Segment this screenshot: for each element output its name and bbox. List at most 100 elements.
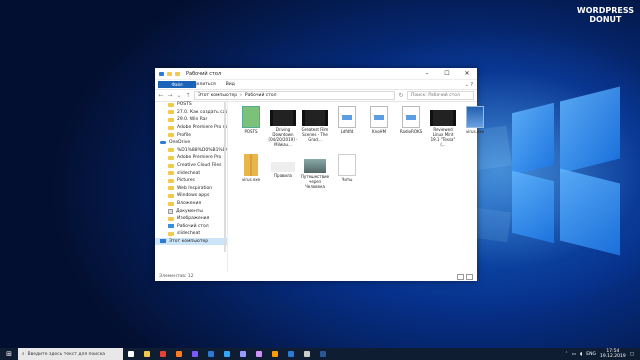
nav-item[interactable]: 27.0. Как создать сайт для... xyxy=(155,109,227,117)
file-thumbnail-icon xyxy=(270,110,296,126)
folder-icon xyxy=(168,231,174,236)
file-item[interactable]: Правила xyxy=(268,154,298,178)
word-taskbar-button[interactable] xyxy=(315,348,331,360)
nav-item[interactable]: %D1%88%D0%B1%D0%BB... xyxy=(155,147,227,155)
navigation-pane: POSTS27.0. Как создать сайт для... 29.0. … xyxy=(155,100,228,272)
up-arrow-icon[interactable]: ↑ xyxy=(185,92,191,99)
file-name: Driving Downtown [04/20/2019] - Milwau..… xyxy=(268,127,298,147)
nav-item[interactable]: Документы xyxy=(155,207,227,215)
tab-view[interactable]: Вид xyxy=(226,82,235,87)
file-item[interactable]: POSTS xyxy=(236,106,266,134)
store-icon xyxy=(208,351,214,357)
file-name: Путешествие через Человека xyxy=(300,174,330,189)
nav-item[interactable]: Вложения xyxy=(155,200,227,208)
nav-item-label: Рабочий стол xyxy=(177,223,209,229)
file-explorer-taskbar-button[interactable] xyxy=(139,348,155,360)
file-item[interactable]: RadioROKS xyxy=(396,106,426,134)
ribbon-tabs: Файл Главная Поделиться Вид ⌄ ? xyxy=(155,80,477,90)
file-item[interactable]: Путешествие через Человека xyxy=(300,154,330,189)
nav-scrollbar[interactable] xyxy=(224,102,226,252)
file-item[interactable]: virus.exe xyxy=(236,154,266,182)
back-arrow-icon[interactable]: ← xyxy=(158,92,164,99)
mail-taskbar-button[interactable] xyxy=(283,348,299,360)
firefox-taskbar-button[interactable] xyxy=(171,348,187,360)
file-item[interactable]: virus.exe xyxy=(460,106,490,134)
breadcrumb-desktop[interactable]: Рабочий стол xyxy=(245,93,277,98)
breadcrumb-separator-icon: › xyxy=(240,93,242,98)
file-item[interactable]: Reviewed Linux Mint 19.1 "Tessa" (... xyxy=(428,106,458,147)
obs-taskbar-button[interactable] xyxy=(299,348,315,360)
file-item[interactable]: Driving Downtown [04/20/2019] - Milwau..… xyxy=(268,106,298,147)
start-button[interactable]: ⊞ xyxy=(0,350,18,358)
file-thumbnail-icon xyxy=(242,106,260,128)
illustrator-icon xyxy=(272,351,278,357)
refresh-icon[interactable]: ↻ xyxy=(398,92,404,99)
nav-item[interactable]: Adobe Premiere Pro Auto-S... xyxy=(155,124,227,132)
nav-item-label: slidecheat xyxy=(177,231,201,237)
expand-ribbon-icon[interactable]: ⌄ ? xyxy=(465,82,473,88)
taskbar-search-box[interactable]: ⌕ Введите здесь текст для поиска xyxy=(18,348,123,360)
volume-icon[interactable]: ◖ xyxy=(580,352,582,357)
windows-start-icon: ⊞ xyxy=(6,350,12,358)
logo-line-1: WORDPRESS xyxy=(576,6,634,15)
illustrator-taskbar-button[interactable] xyxy=(267,348,283,360)
folder-icon xyxy=(168,133,174,138)
clock[interactable]: 17:54 19.12.2019 xyxy=(600,349,626,359)
close-button[interactable]: ✕ xyxy=(457,68,477,79)
nav-item[interactable]: Web Inspiration xyxy=(155,185,227,193)
logo-line-2: DONUT xyxy=(589,15,622,24)
properties-icon[interactable] xyxy=(167,71,172,76)
new-folder-icon[interactable] xyxy=(175,71,180,76)
windows-logo-pane xyxy=(512,102,554,176)
maximize-button[interactable]: ☐ xyxy=(437,68,457,79)
minimize-button[interactable]: – xyxy=(417,68,437,79)
nav-item-label: Pictures xyxy=(177,178,195,184)
search-input[interactable]: Поиск: Рабочий стол xyxy=(407,91,474,100)
details-view-icon[interactable] xyxy=(457,273,464,280)
nav-item[interactable]: 29.0. Win Rar xyxy=(155,116,227,124)
file-explorer-window: Рабочий стол – ☐ ✕ Файл Главная Поделить… xyxy=(155,68,484,281)
file-explorer-icon xyxy=(144,351,150,357)
nav-item[interactable]: Profile xyxy=(155,131,227,139)
nav-item[interactable]: slidecheat xyxy=(155,230,227,238)
forward-arrow-icon[interactable]: → xyxy=(167,92,173,99)
store-taskbar-button[interactable] xyxy=(203,348,219,360)
notifications-icon[interactable]: ▢ xyxy=(630,352,634,357)
windows-logo-pane xyxy=(560,86,620,174)
address-bar[interactable]: Этот компьютер › Рабочий стол xyxy=(194,91,395,100)
task-view-taskbar-button[interactable] xyxy=(123,348,139,360)
nav-item[interactable]: Windows apps xyxy=(155,192,227,200)
premiere-taskbar-button[interactable] xyxy=(235,348,251,360)
nav-item[interactable]: Этот компьютер xyxy=(155,237,227,246)
photoshop-icon xyxy=(224,351,230,357)
nav-item[interactable]: OneDrive xyxy=(155,139,227,147)
nav-item[interactable]: slidecheat xyxy=(155,169,227,177)
nav-item[interactable]: Pictures xyxy=(155,177,227,185)
language-indicator[interactable]: ENG xyxy=(586,352,596,357)
file-thumbnail-icon xyxy=(370,106,388,128)
nav-item[interactable]: POSTS xyxy=(155,101,227,109)
network-icon[interactable]: ▭ xyxy=(572,352,576,357)
nav-item[interactable]: Creative Cloud Files xyxy=(155,162,227,170)
chrome-taskbar-button[interactable] xyxy=(155,348,171,360)
nav-item[interactable]: Adobe Premiere Pro xyxy=(155,154,227,162)
file-item[interactable]: KnoHM xyxy=(364,106,394,134)
file-thumbnail-icon xyxy=(338,154,356,176)
folder-icon xyxy=(168,148,174,153)
file-item[interactable]: Ldfdfd xyxy=(332,106,362,134)
after-effects-taskbar-button[interactable] xyxy=(251,348,267,360)
breadcrumb-pc[interactable]: Этот компьютер xyxy=(198,93,237,98)
taskbar-search-placeholder: Введите здесь текст для поиска xyxy=(27,351,106,357)
nav-item[interactable]: Рабочий стол xyxy=(155,223,227,231)
large-icons-view-icon[interactable] xyxy=(466,273,473,280)
nav-item[interactable]: Изображения xyxy=(155,215,227,223)
tray-chevron-icon[interactable]: ˄ xyxy=(565,352,567,357)
file-item[interactable]: Читы xyxy=(332,154,362,182)
photoshop-taskbar-button[interactable] xyxy=(219,348,235,360)
tab-file[interactable]: Файл xyxy=(158,81,196,88)
recent-locations-icon[interactable]: ⌄ xyxy=(176,92,182,99)
viber-taskbar-button[interactable] xyxy=(187,348,203,360)
pinned-apps xyxy=(123,348,331,360)
file-item[interactable]: Greatest Film Scenes - The Grad... xyxy=(300,106,330,142)
task-view-icon xyxy=(128,351,134,357)
